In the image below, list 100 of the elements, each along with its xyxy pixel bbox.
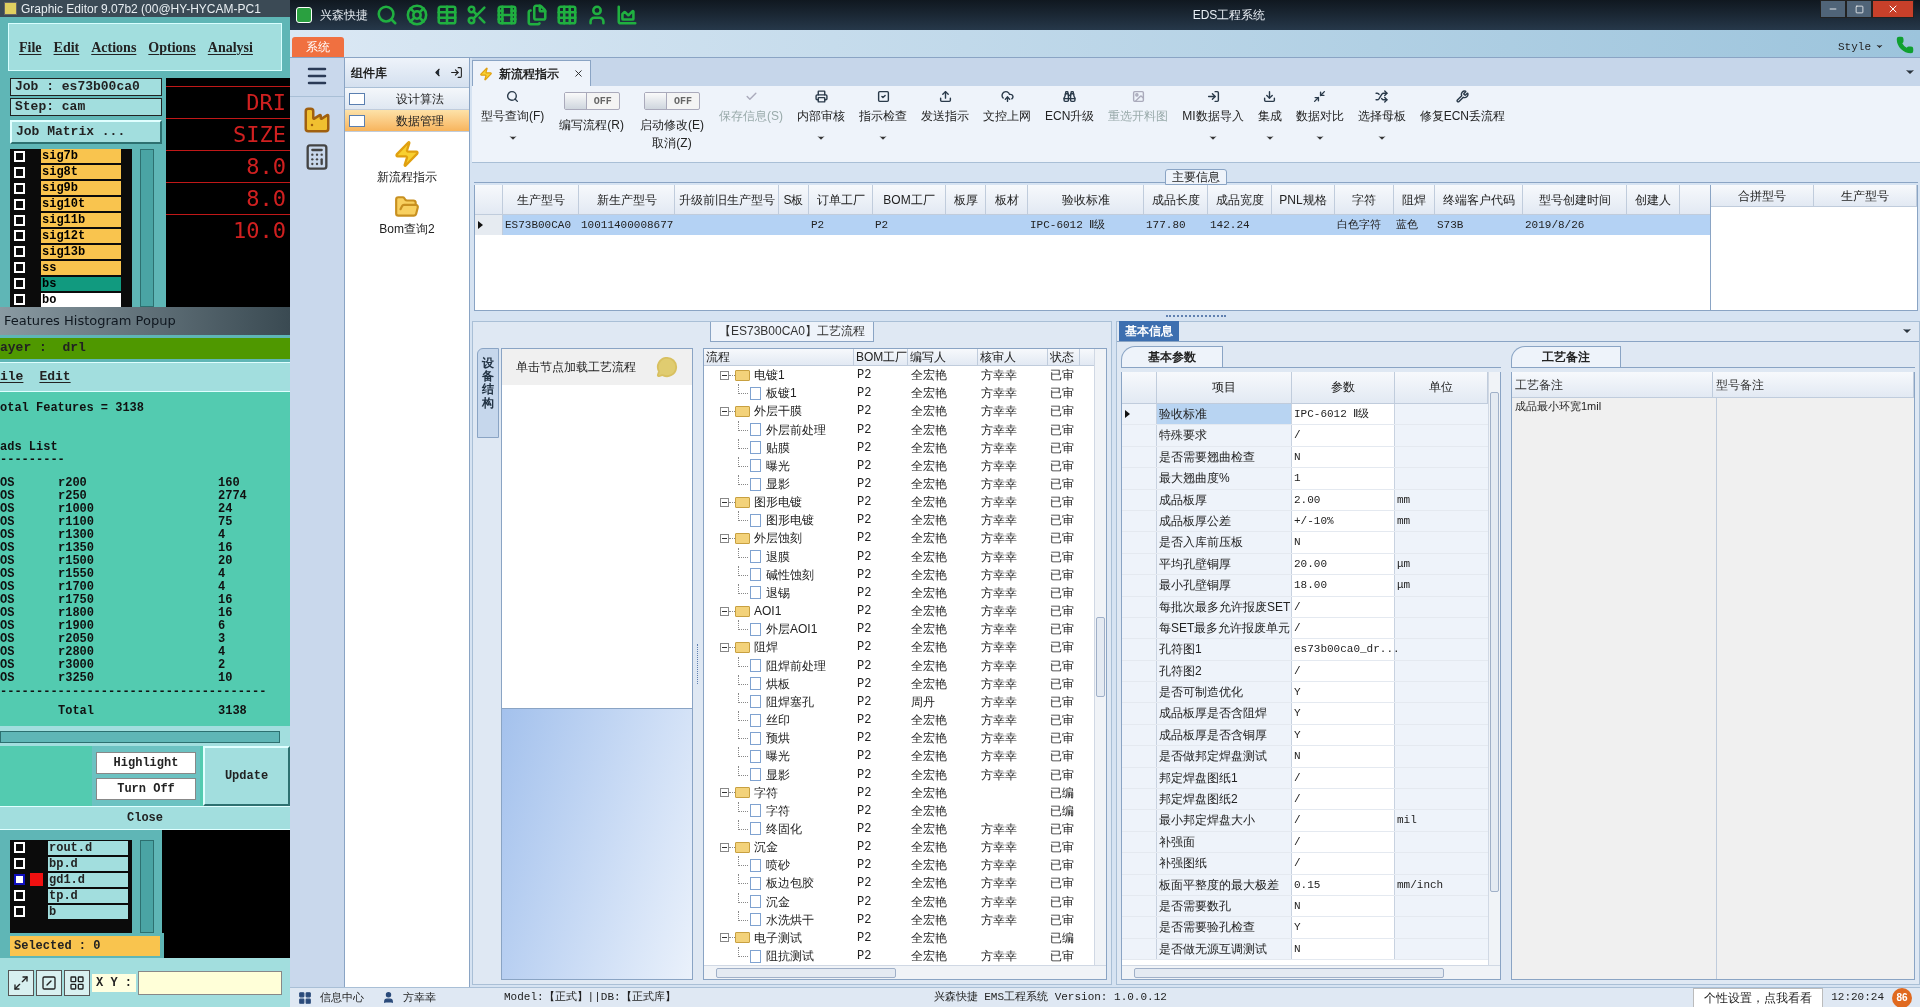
category-item[interactable]: 设计算法 <box>345 88 469 110</box>
column-header[interactable]: 创建人 <box>1627 185 1680 214</box>
toolbar-button[interactable]: 内部审核 <box>792 90 850 160</box>
table-row[interactable]: 邦定焊盘图纸2 / <box>1122 789 1488 811</box>
table-row[interactable]: 成品板厚 2.00 mm <box>1122 489 1488 511</box>
tree-node-label[interactable]: 曝光 <box>766 456 790 475</box>
tree-node-label[interactable]: 外层AOI1 <box>766 620 818 639</box>
tree-node-label[interactable]: 字符 <box>766 801 790 820</box>
lifebuoy-icon[interactable] <box>406 4 428 26</box>
column-header[interactable]: PNL规格 <box>1272 185 1335 214</box>
column-header[interactable]: BOM工厂 <box>873 185 946 214</box>
tree-node-label[interactable]: 碱性蚀刻 <box>766 565 814 584</box>
tree-node-label[interactable]: 字符 <box>754 783 778 802</box>
toolbar-button[interactable]: 指示检查 <box>854 90 912 160</box>
column-header[interactable]: 板厚 <box>946 185 986 214</box>
layer-name[interactable]: ss <box>41 260 121 275</box>
category-item[interactable]: 数据管理 <box>345 110 469 132</box>
table-row[interactable]: 平均孔壁铜厚 20.00 μm <box>1122 553 1488 576</box>
column-header[interactable]: 状态 <box>1048 349 1080 365</box>
collapse-toggle[interactable] <box>720 370 729 380</box>
toolbar-button[interactable]: 文控上网 <box>978 90 1036 160</box>
collapse-toggle[interactable] <box>720 534 729 543</box>
scrollbar[interactable] <box>140 840 154 933</box>
scissors-icon[interactable] <box>466 4 488 26</box>
factory-icon[interactable] <box>302 105 332 135</box>
table-row[interactable]: 孔符图1 es73b00ca0_dr... <box>1122 639 1488 661</box>
table-row[interactable]: 是否需要验孔检查 Y <box>1122 917 1488 939</box>
layer-name[interactable]: rout.d <box>48 840 128 855</box>
toggle-switch[interactable]: OFF <box>644 92 700 110</box>
maximize-icon[interactable] <box>1854 4 1864 14</box>
collapse-toggle[interactable] <box>720 842 729 852</box>
search-icon[interactable] <box>376 4 398 26</box>
toolbar-button[interactable]: MI数据导入 <box>1177 90 1249 160</box>
toolbar-button[interactable]: 数据对比 <box>1290 90 1349 160</box>
column-header[interactable]: 合拼型号 <box>1711 185 1814 206</box>
job-matrix-button[interactable]: Job Matrix ... <box>10 120 162 144</box>
layer-name[interactable]: sig9b <box>41 181 121 196</box>
area-chart-icon[interactable] <box>616 4 638 26</box>
toolbar-label[interactable]: 启动修改(E) <box>640 116 704 134</box>
column-header[interactable]: 工艺备注 <box>1512 372 1713 397</box>
toolbar-button[interactable]: 型号查询(F) <box>476 90 550 160</box>
table-row[interactable]: 补强面 / <box>1122 831 1488 854</box>
layer-name[interactable]: bo <box>41 292 121 307</box>
column-header[interactable]: 升级前旧生产型号 <box>675 185 779 214</box>
tree-node-label[interactable]: 曝光 <box>766 747 790 766</box>
coordinate-field[interactable] <box>138 970 282 995</box>
layer-name[interactable]: bp.d <box>48 856 128 871</box>
tree-node-label[interactable]: 预烘 <box>766 729 790 748</box>
checkbox[interactable] <box>14 874 25 885</box>
tree-node-label[interactable]: 外层前处理 <box>766 420 826 439</box>
measure-icon[interactable] <box>36 969 62 996</box>
menu-item[interactable]: Actions <box>91 36 137 58</box>
table-row[interactable]: 是否做无源互调测试 N <box>1122 938 1488 961</box>
tree-node-label[interactable]: 外层蚀刻 <box>754 529 802 548</box>
menu-item[interactable]: Edit <box>39 367 71 387</box>
scrollbar[interactable] <box>140 149 154 307</box>
table-row[interactable]: 邦定焊盘图纸1 / <box>1122 767 1488 790</box>
side-tab[interactable]: 设备结构 <box>477 348 499 438</box>
horizontal-scrollbar[interactable] <box>1122 965 1500 979</box>
table-row[interactable]: 是否做邦定焊盘测试 N <box>1122 746 1488 768</box>
grid-icon[interactable] <box>556 4 578 26</box>
column-header[interactable]: 新生产型号 <box>579 185 675 214</box>
update-button[interactable]: Update <box>203 746 290 806</box>
toolbar-button[interactable]: ECN升级 <box>1040 90 1100 160</box>
scrollbar[interactable] <box>0 731 280 743</box>
column-header[interactable]: 板材 <box>986 185 1028 214</box>
layer-name[interactable]: gd1.d <box>48 872 128 887</box>
toolbar-button[interactable]: 集成 <box>1252 90 1287 160</box>
column-header[interactable]: 生产型号 <box>503 185 579 214</box>
user-icon[interactable] <box>586 4 608 26</box>
column-header[interactable]: 型号备注 <box>1713 372 1914 397</box>
tree-node-label[interactable]: 沉金 <box>754 838 778 857</box>
collapse-toggle[interactable] <box>720 642 729 652</box>
table-row[interactable]: 是否可制造优化 Y <box>1122 682 1488 704</box>
panel-tab[interactable]: 工艺备注 <box>1511 346 1621 367</box>
column-header[interactable]: 核审人 <box>978 349 1048 365</box>
table-row[interactable]: 补强图纸 / <box>1122 853 1488 875</box>
column-header[interactable]: 终端客户代码 <box>1435 185 1523 214</box>
grid-icon[interactable] <box>298 990 312 1005</box>
grid-icon[interactable] <box>64 969 90 996</box>
collapse-toggle[interactable] <box>720 406 729 416</box>
style-menu[interactable]: Style <box>1838 38 1884 55</box>
menu-item[interactable]: File <box>19 36 42 58</box>
tree-node-label[interactable]: 喷砂 <box>766 856 790 875</box>
layer-name[interactable]: tp.d <box>48 888 128 903</box>
column-header[interactable]: 成品宽度 <box>1208 185 1272 214</box>
tree-node-label[interactable]: 图形电镀 <box>754 493 802 512</box>
vertical-scrollbar[interactable] <box>1094 349 1106 965</box>
layer-name[interactable]: sig10t <box>41 197 121 212</box>
close-icon[interactable] <box>1887 3 1899 15</box>
tree-node-label[interactable]: 电子测试 <box>754 928 802 947</box>
tree-node-label[interactable]: 终固化 <box>766 820 802 838</box>
histogram-button[interactable]: Highlight <box>96 752 196 774</box>
column-header[interactable]: 型号创建时间 <box>1523 185 1627 214</box>
toolbar-button[interactable]: 选择母板 <box>1352 90 1411 160</box>
column-header[interactable]: 字符 <box>1335 185 1394 214</box>
table-row[interactable]: 最小孔壁铜厚 18.00 μm <box>1122 575 1488 597</box>
layer-name[interactable]: sig11b <box>41 213 121 228</box>
toggle-switch[interactable]: OFF <box>563 92 620 110</box>
menu-item[interactable]: Options <box>148 36 196 58</box>
